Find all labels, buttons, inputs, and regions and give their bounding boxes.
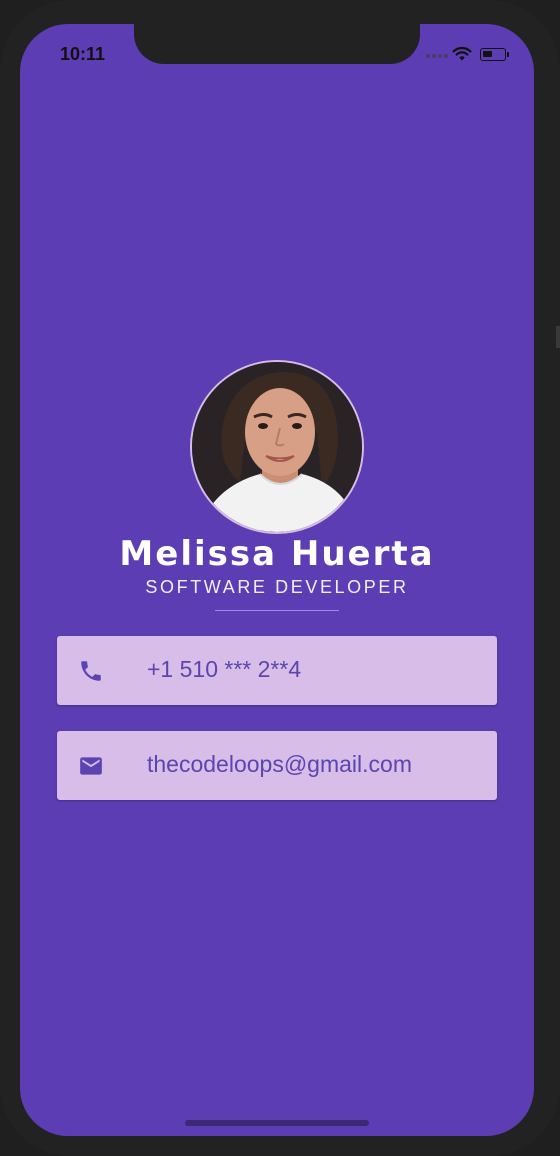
profile-avatar: [190, 360, 364, 534]
phone-number: +1 510 *** 2**4: [147, 656, 302, 682]
email-address: thecodeloops@gmail.com: [147, 751, 412, 777]
app-screen: 10:11 Melissa Huerta SOFTWARE DEVELOPER …: [20, 24, 534, 1136]
job-title: SOFTWARE DEVELOPER: [145, 577, 409, 597]
mail-icon: [80, 757, 102, 775]
battery-fill: [483, 51, 492, 57]
email-card[interactable]: thecodeloops@gmail.com: [57, 731, 497, 800]
battery-icon: [480, 48, 509, 61]
status-icons: [426, 46, 516, 66]
divider: [215, 610, 339, 611]
phone-icon: [81, 661, 101, 681]
home-indicator[interactable]: [185, 1120, 369, 1126]
side-button: [556, 326, 560, 348]
status-time: 10:11: [60, 44, 106, 64]
wifi-icon: [452, 46, 472, 61]
signal-dots-icon: [426, 54, 448, 59]
notch: [134, 24, 420, 64]
phone-card[interactable]: +1 510 *** 2**4: [57, 636, 497, 705]
profile-name: Melissa Huerta: [119, 534, 435, 574]
phone-frame: 10:11 Melissa Huerta SOFTWARE DEVELOPER …: [0, 0, 560, 1156]
profile-photo: [192, 362, 362, 532]
